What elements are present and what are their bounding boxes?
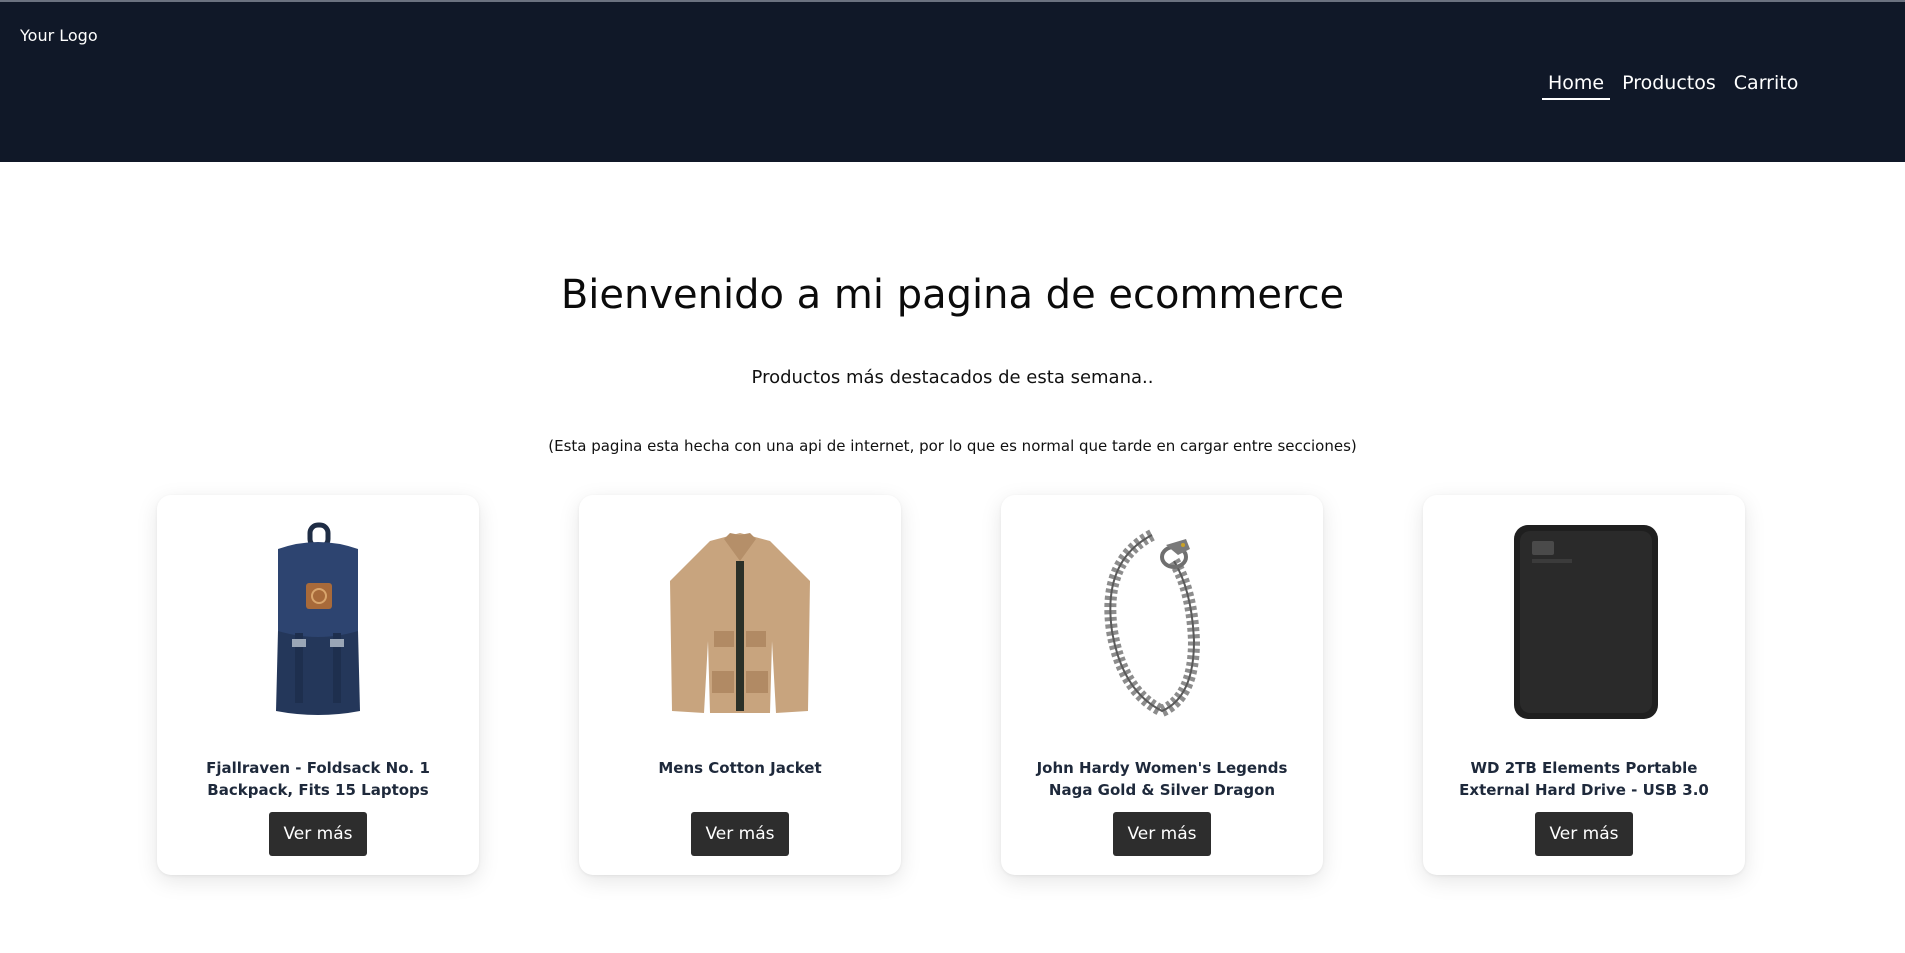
jacket-image [670,533,810,713]
bracelet-image [1104,529,1201,718]
product-card: WD 2TB Elements Portable External Hard D… [1423,495,1745,875]
page-subtitle: Productos más destacados de esta semana.… [751,367,1154,388]
ver-mas-button[interactable]: Ver más [1535,812,1633,856]
main-content: Bienvenido a mi pagina de ecommerce Prod… [0,162,1905,953]
nav-carrito[interactable]: Carrito [1728,70,1805,100]
page-title: Bienvenido a mi pagina de ecommerce [560,272,1345,318]
ver-mas-button[interactable]: Ver más [1113,812,1211,856]
page-note: (Esta pagina esta hecha con una api de i… [548,437,1357,455]
product-card: Fjallraven - Foldsack No. 1 Backpack, Fi… [157,495,479,875]
product-title: Mens Cotton Jacket [658,759,822,777]
product-title: John Hardy Women's Legends Naga Gold & S… [1036,759,1288,799]
product-title: WD 2TB Elements Portable External Hard D… [1459,759,1709,799]
product-title: Fjallraven - Foldsack No. 1 Backpack, Fi… [206,759,430,799]
backpack-image [276,522,360,715]
hard-drive-image [1514,525,1658,719]
logo[interactable]: Your Logo [20,26,98,45]
product-card: Mens Cotton Jacket Ver más [579,495,901,875]
nav-productos[interactable]: Productos [1616,70,1722,100]
product-card: John Hardy Women's Legends Naga Gold & S… [1001,495,1323,875]
site-header: Your Logo Home Productos Carrito [0,2,1905,162]
ver-mas-button[interactable]: Ver más [691,812,789,856]
main-nav: Home Productos Carrito [1542,70,1810,100]
ver-mas-button[interactable]: Ver más [269,812,367,856]
nav-home[interactable]: Home [1542,70,1611,100]
